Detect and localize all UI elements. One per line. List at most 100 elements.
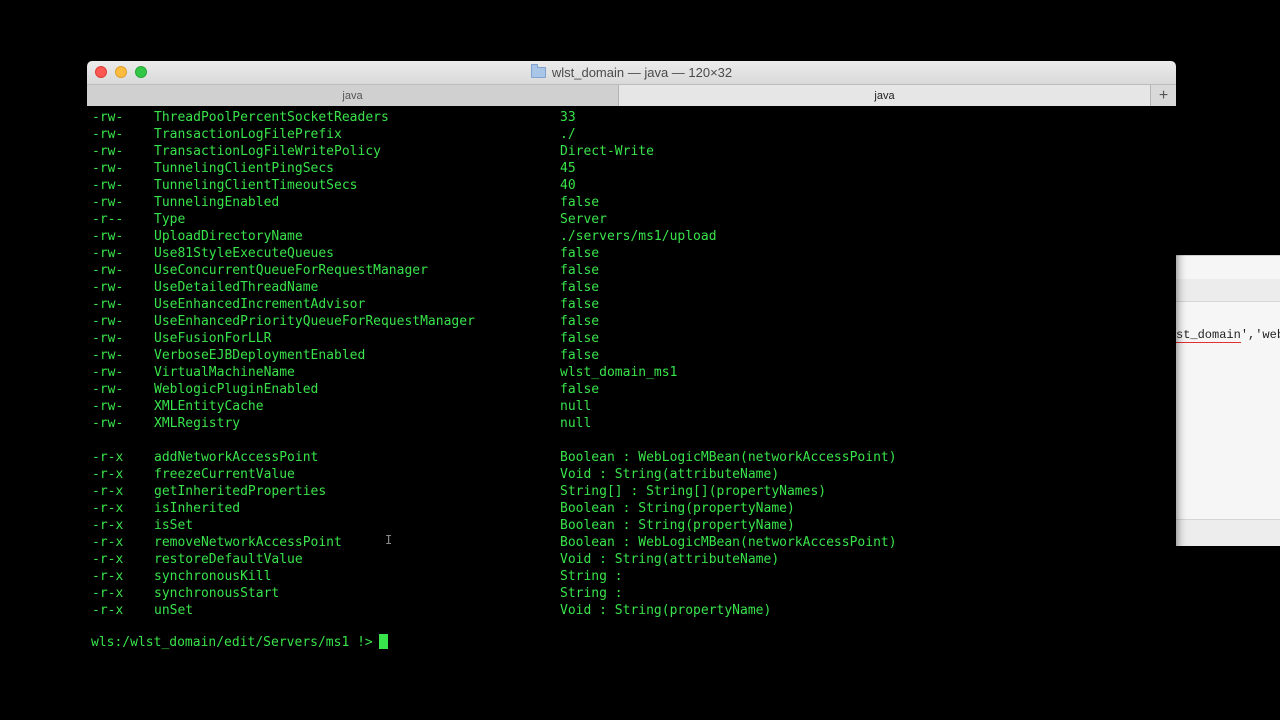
row-permissions: -rw-: [92, 365, 124, 380]
row-name: restoreDefaultValue: [154, 552, 303, 567]
title-bar[interactable]: wlst_domain — java — 120×32: [87, 61, 1176, 84]
row-value: Void : String(attributeName): [560, 467, 780, 482]
background-editor-toolbar: [1176, 279, 1280, 302]
terminal-output[interactable]: -rw- ThreadPoolPercentSocketReaders 33 -rw-…: [87, 106, 1176, 656]
row-name: TransactionLogFilePrefix: [154, 127, 342, 142]
row-name: UploadDirectoryName: [154, 229, 303, 244]
row-name: XMLRegistry: [154, 416, 241, 431]
row-name: freezeCurrentValue: [154, 467, 295, 482]
tab-java-2[interactable]: java: [619, 85, 1150, 106]
row-name: getInheritedProperties: [154, 484, 327, 499]
row-permissions: -r-x: [92, 586, 124, 601]
row-permissions: -rw-: [92, 416, 124, 431]
row-name: VirtualMachineName: [154, 365, 295, 380]
tab-bar: java java +: [87, 84, 1176, 106]
new-tab-button[interactable]: +: [1150, 85, 1176, 106]
row-permissions: -rw-: [92, 382, 124, 397]
row-value: false: [560, 263, 600, 278]
row-name: isInherited: [154, 501, 241, 516]
row-name: WeblogicPluginEnabled: [154, 382, 319, 397]
row-permissions: -rw-: [92, 161, 124, 176]
row-permissions: -rw-: [92, 314, 124, 329]
row-value: Boolean : String(propertyName): [560, 501, 795, 516]
row-value: false: [560, 280, 600, 295]
row-value: false: [560, 382, 600, 397]
row-permissions: -rw-: [92, 280, 124, 295]
row-value: false: [560, 314, 600, 329]
row-permissions: -r--: [92, 212, 124, 227]
row-name: UseEnhancedPriorityQueueForRequestManage…: [154, 314, 475, 329]
row-name: removeNetworkAccessPoint: [154, 535, 342, 550]
row-value: Void : String(propertyName): [560, 603, 772, 618]
row-value: Boolean : String(propertyName): [560, 518, 795, 533]
minimize-button[interactable]: [115, 66, 127, 78]
tab-java-1[interactable]: java: [87, 85, 619, 106]
row-value: Void : String(attributeName): [560, 552, 780, 567]
row-value: wlst_domain_ms1: [560, 365, 678, 380]
background-editor-statusbar: [1176, 519, 1280, 546]
row-value: String[] : String[](propertyNames): [560, 484, 827, 499]
close-button[interactable]: [95, 66, 107, 78]
zoom-button[interactable]: [135, 66, 147, 78]
row-permissions: -r-x: [92, 535, 124, 550]
shell-prompt-line[interactable]: wls:/wlst_domain/edit/Servers/ms1 !>: [91, 634, 388, 651]
row-name: TunnelingClientTimeoutSecs: [154, 178, 358, 193]
row-name: TunnelingEnabled: [154, 195, 280, 210]
row-value: ./servers/ms1/upload: [560, 229, 717, 244]
row-value: String :: [560, 569, 623, 584]
row-permissions: -rw-: [92, 195, 124, 210]
row-permissions: -rw-: [92, 178, 124, 193]
row-value: false: [560, 195, 600, 210]
row-name: ThreadPoolPercentSocketReaders: [154, 110, 389, 125]
row-value: false: [560, 246, 600, 261]
row-permissions: -r-x: [92, 501, 124, 516]
row-permissions: -rw-: [92, 229, 124, 244]
background-editor-window[interactable]: st_domain','web: [1176, 255, 1280, 546]
row-value: false: [560, 331, 600, 346]
row-permissions: -rw-: [92, 110, 124, 125]
row-value: Server: [560, 212, 607, 227]
row-name: UseConcurrentQueueForRequestManager: [154, 263, 428, 278]
row-name: TransactionLogFileWritePolicy: [154, 144, 381, 159]
background-editor-code: st_domain','web: [1176, 328, 1280, 343]
row-permissions: -rw-: [92, 246, 124, 261]
row-name: synchronousKill: [154, 569, 272, 584]
row-value: null: [560, 416, 592, 431]
row-permissions: -r-x: [92, 518, 124, 533]
row-value: false: [560, 297, 600, 312]
row-permissions: -r-x: [92, 467, 124, 482]
row-value: Boolean : WebLogicMBean(networkAccessPoi…: [560, 535, 897, 550]
terminal-window[interactable]: wlst_domain — java — 120×32 java java + …: [87, 61, 1176, 656]
row-permissions: -rw-: [92, 348, 124, 363]
row-permissions: -r-x: [92, 569, 124, 584]
text-cursor: [378, 634, 388, 649]
row-permissions: -r-x: [92, 603, 124, 618]
ibeam-cursor-icon: I: [385, 533, 393, 547]
row-name: synchronousStart: [154, 586, 280, 601]
row-permissions: -r-x: [92, 552, 124, 567]
row-name: Use81StyleExecuteQueues: [154, 246, 335, 261]
row-name: XMLEntityCache: [154, 399, 264, 414]
row-name: unSet: [154, 603, 194, 618]
row-value: Boolean : WebLogicMBean(networkAccessPoi…: [560, 450, 897, 465]
row-permissions: -rw-: [92, 331, 124, 346]
row-permissions: -rw-: [92, 297, 124, 312]
row-permissions: -rw-: [92, 263, 124, 278]
shell-prompt: wls:/wlst_domain/edit/Servers/ms1 !>: [91, 635, 373, 650]
row-permissions: -r-x: [92, 484, 124, 499]
background-code-prefix: st_domain: [1176, 328, 1241, 343]
row-permissions: -r-x: [92, 450, 124, 465]
row-name: UseFusionForLLR: [154, 331, 272, 346]
row-permissions: -rw-: [92, 144, 124, 159]
row-name: Type: [154, 212, 186, 227]
row-name: addNetworkAccessPoint: [154, 450, 319, 465]
folder-icon: [530, 64, 546, 78]
row-value: false: [560, 348, 600, 363]
row-value: 45: [560, 161, 576, 176]
row-name: TunnelingClientPingSecs: [154, 161, 335, 176]
row-name: isSet: [154, 518, 194, 533]
row-value: null: [560, 399, 592, 414]
row-name: VerboseEJBDeploymentEnabled: [154, 348, 366, 363]
window-title: wlst_domain — java — 120×32: [551, 65, 733, 80]
row-value: 33: [560, 110, 576, 125]
